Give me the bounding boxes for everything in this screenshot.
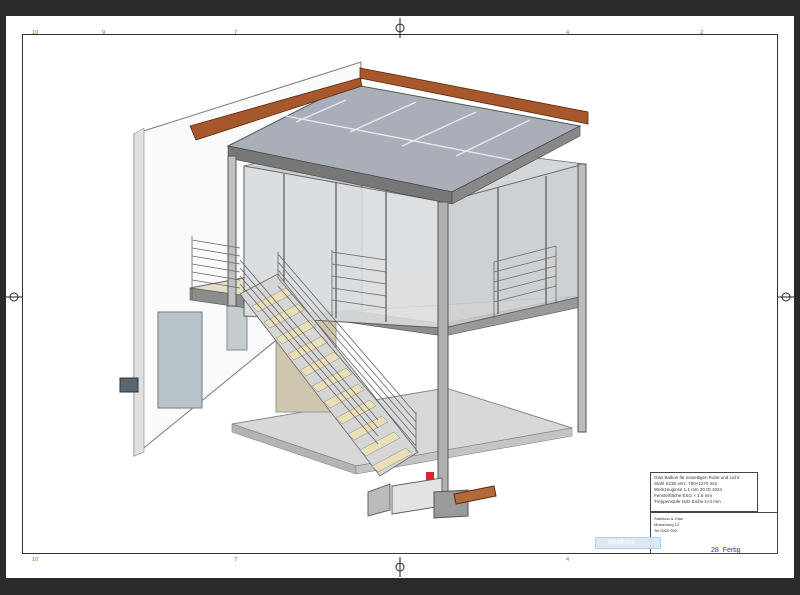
side-wall	[133, 127, 145, 457]
tick-top: 10	[32, 30, 39, 36]
tick-bottom: 7	[234, 557, 238, 563]
tick-top: 2	[700, 30, 704, 36]
tick-bottom: 4	[566, 557, 570, 563]
company-line: Stahlbau & Glas	[654, 516, 683, 521]
red-marker	[426, 472, 434, 480]
company-line: Musterweg 12	[654, 522, 680, 527]
foundation-block	[367, 483, 391, 517]
column-left	[227, 155, 237, 307]
watermark-badge: Eindruck	[595, 537, 661, 549]
wall-window	[157, 311, 203, 409]
drawing-sheet: 10 9 7 4 2 10 7 4 Glas Balkon für einsei…	[6, 16, 794, 578]
tick-top: 7	[234, 30, 238, 36]
top-bar	[0, 0, 800, 14]
column-front	[437, 201, 449, 493]
title-line: Treppenstufe Holz Eiche 1×4 mm	[654, 499, 721, 504]
tick-top: 4	[566, 30, 570, 36]
title-block: Glas Balkon für einseitigen Ruhe und Lic…	[650, 472, 758, 512]
sheet-name: 28_Fertig	[711, 547, 741, 554]
company-line: Tel 0000 000	[654, 528, 677, 533]
wall-box	[119, 377, 139, 393]
tick-top: 9	[102, 30, 106, 36]
column-right	[577, 163, 587, 433]
tick-bottom: 10	[32, 557, 39, 563]
wood-pipe	[453, 485, 497, 505]
